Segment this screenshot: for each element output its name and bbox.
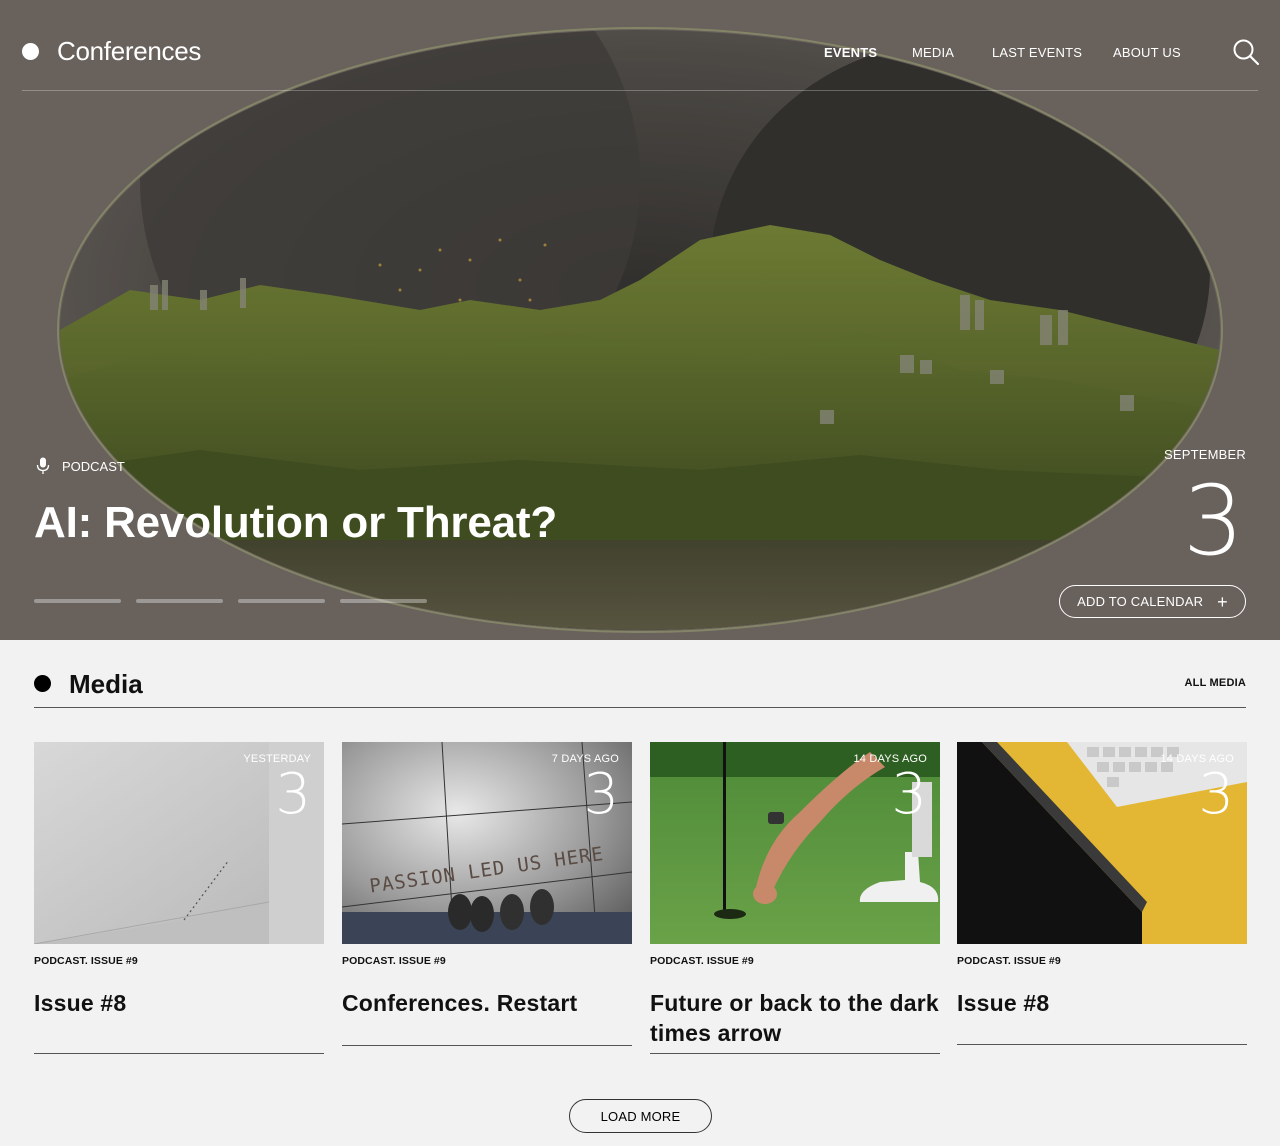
slider-dot[interactable] bbox=[136, 599, 223, 603]
card-number: 3 bbox=[891, 762, 927, 827]
svg-text:PASSION LED US HERE: PASSION LED US HERE bbox=[368, 843, 605, 898]
section-dot-icon bbox=[34, 675, 51, 692]
slider-dot[interactable] bbox=[238, 599, 325, 603]
logo-text: Conferences bbox=[57, 36, 202, 66]
card-divider bbox=[957, 1044, 1247, 1045]
hero-banner: Conferences EVENTS MEDIA LAST EVENTS ABO… bbox=[0, 0, 1280, 640]
nav-item-about-us[interactable]: ABOUT US bbox=[1113, 45, 1181, 60]
hero-category: PODCAST bbox=[36, 457, 125, 475]
slider-dot[interactable] bbox=[34, 599, 121, 603]
card-number: 3 bbox=[583, 762, 619, 827]
microphone-icon bbox=[36, 457, 50, 475]
media-section-title: Media bbox=[69, 669, 143, 699]
add-to-calendar-button[interactable]: ADD TO CALENDAR + bbox=[1059, 585, 1246, 618]
card-meta: PODCAST. ISSUE #9 bbox=[34, 955, 138, 967]
add-to-calendar-label: ADD TO CALENDAR bbox=[1077, 594, 1204, 609]
slider-indicators bbox=[34, 599, 427, 603]
top-navigation-bar: Conferences EVENTS MEDIA LAST EVENTS ABO… bbox=[22, 0, 1260, 91]
card-divider bbox=[650, 1053, 940, 1054]
media-card[interactable]: PASSION LED US HERE 7 DAYS AGO 3 PODCAST… bbox=[342, 742, 632, 1046]
card-meta: PODCAST. ISSUE #9 bbox=[342, 955, 446, 967]
card-thumbnail[interactable]: 14 DAYS AGO 3 bbox=[650, 742, 940, 944]
media-section-header: Media ALL MEDIA bbox=[34, 665, 1246, 708]
card-title[interactable]: Conferences. Restart bbox=[342, 988, 632, 1018]
hero-title[interactable]: AI: Revolution or Threat? bbox=[34, 498, 557, 548]
logo[interactable]: Conferences bbox=[22, 36, 201, 67]
hero-category-label: PODCAST bbox=[62, 458, 125, 474]
logo-dot-icon bbox=[22, 43, 39, 60]
nav-item-events[interactable]: EVENTS bbox=[824, 45, 877, 60]
media-card[interactable]: 14 DAYS AGO 3 PODCAST. ISSUE #9 Future o… bbox=[650, 742, 940, 1054]
plus-icon: + bbox=[1217, 591, 1228, 612]
card-title[interactable]: Issue #8 bbox=[34, 988, 324, 1018]
card-thumbnail[interactable]: YESTERDAY 3 bbox=[34, 742, 324, 944]
card-thumbnail[interactable]: PASSION LED US HERE 7 DAYS AGO 3 bbox=[342, 742, 632, 944]
event-day: 3 bbox=[1182, 465, 1244, 577]
nav-item-media[interactable]: MEDIA bbox=[912, 45, 954, 60]
load-more-button[interactable]: LOAD MORE bbox=[569, 1099, 712, 1133]
card-divider bbox=[34, 1053, 324, 1054]
nav-item-last-events[interactable]: LAST EVENTS bbox=[992, 45, 1082, 60]
card-number: 3 bbox=[1198, 762, 1234, 827]
event-month: SEPTEMBER bbox=[1164, 447, 1246, 462]
card-meta: PODCAST. ISSUE #9 bbox=[650, 955, 754, 967]
all-media-link[interactable]: ALL MEDIA bbox=[1185, 677, 1246, 689]
card-meta: PODCAST. ISSUE #9 bbox=[957, 955, 1061, 967]
card-thumbnail[interactable]: 14 DAYS AGO 3 bbox=[957, 742, 1247, 944]
card-title[interactable]: Future or back to the dark times arrow bbox=[650, 988, 940, 1048]
card-number: 3 bbox=[275, 762, 311, 827]
media-card[interactable]: YESTERDAY 3 PODCAST. ISSUE #9 Issue #8 bbox=[34, 742, 324, 1054]
card-title[interactable]: Issue #8 bbox=[957, 988, 1247, 1018]
slider-dot[interactable] bbox=[340, 599, 427, 603]
search-icon[interactable] bbox=[1232, 38, 1260, 66]
card-divider bbox=[342, 1045, 632, 1046]
media-card[interactable]: 14 DAYS AGO 3 PODCAST. ISSUE #9 Issue #8 bbox=[957, 742, 1247, 1045]
